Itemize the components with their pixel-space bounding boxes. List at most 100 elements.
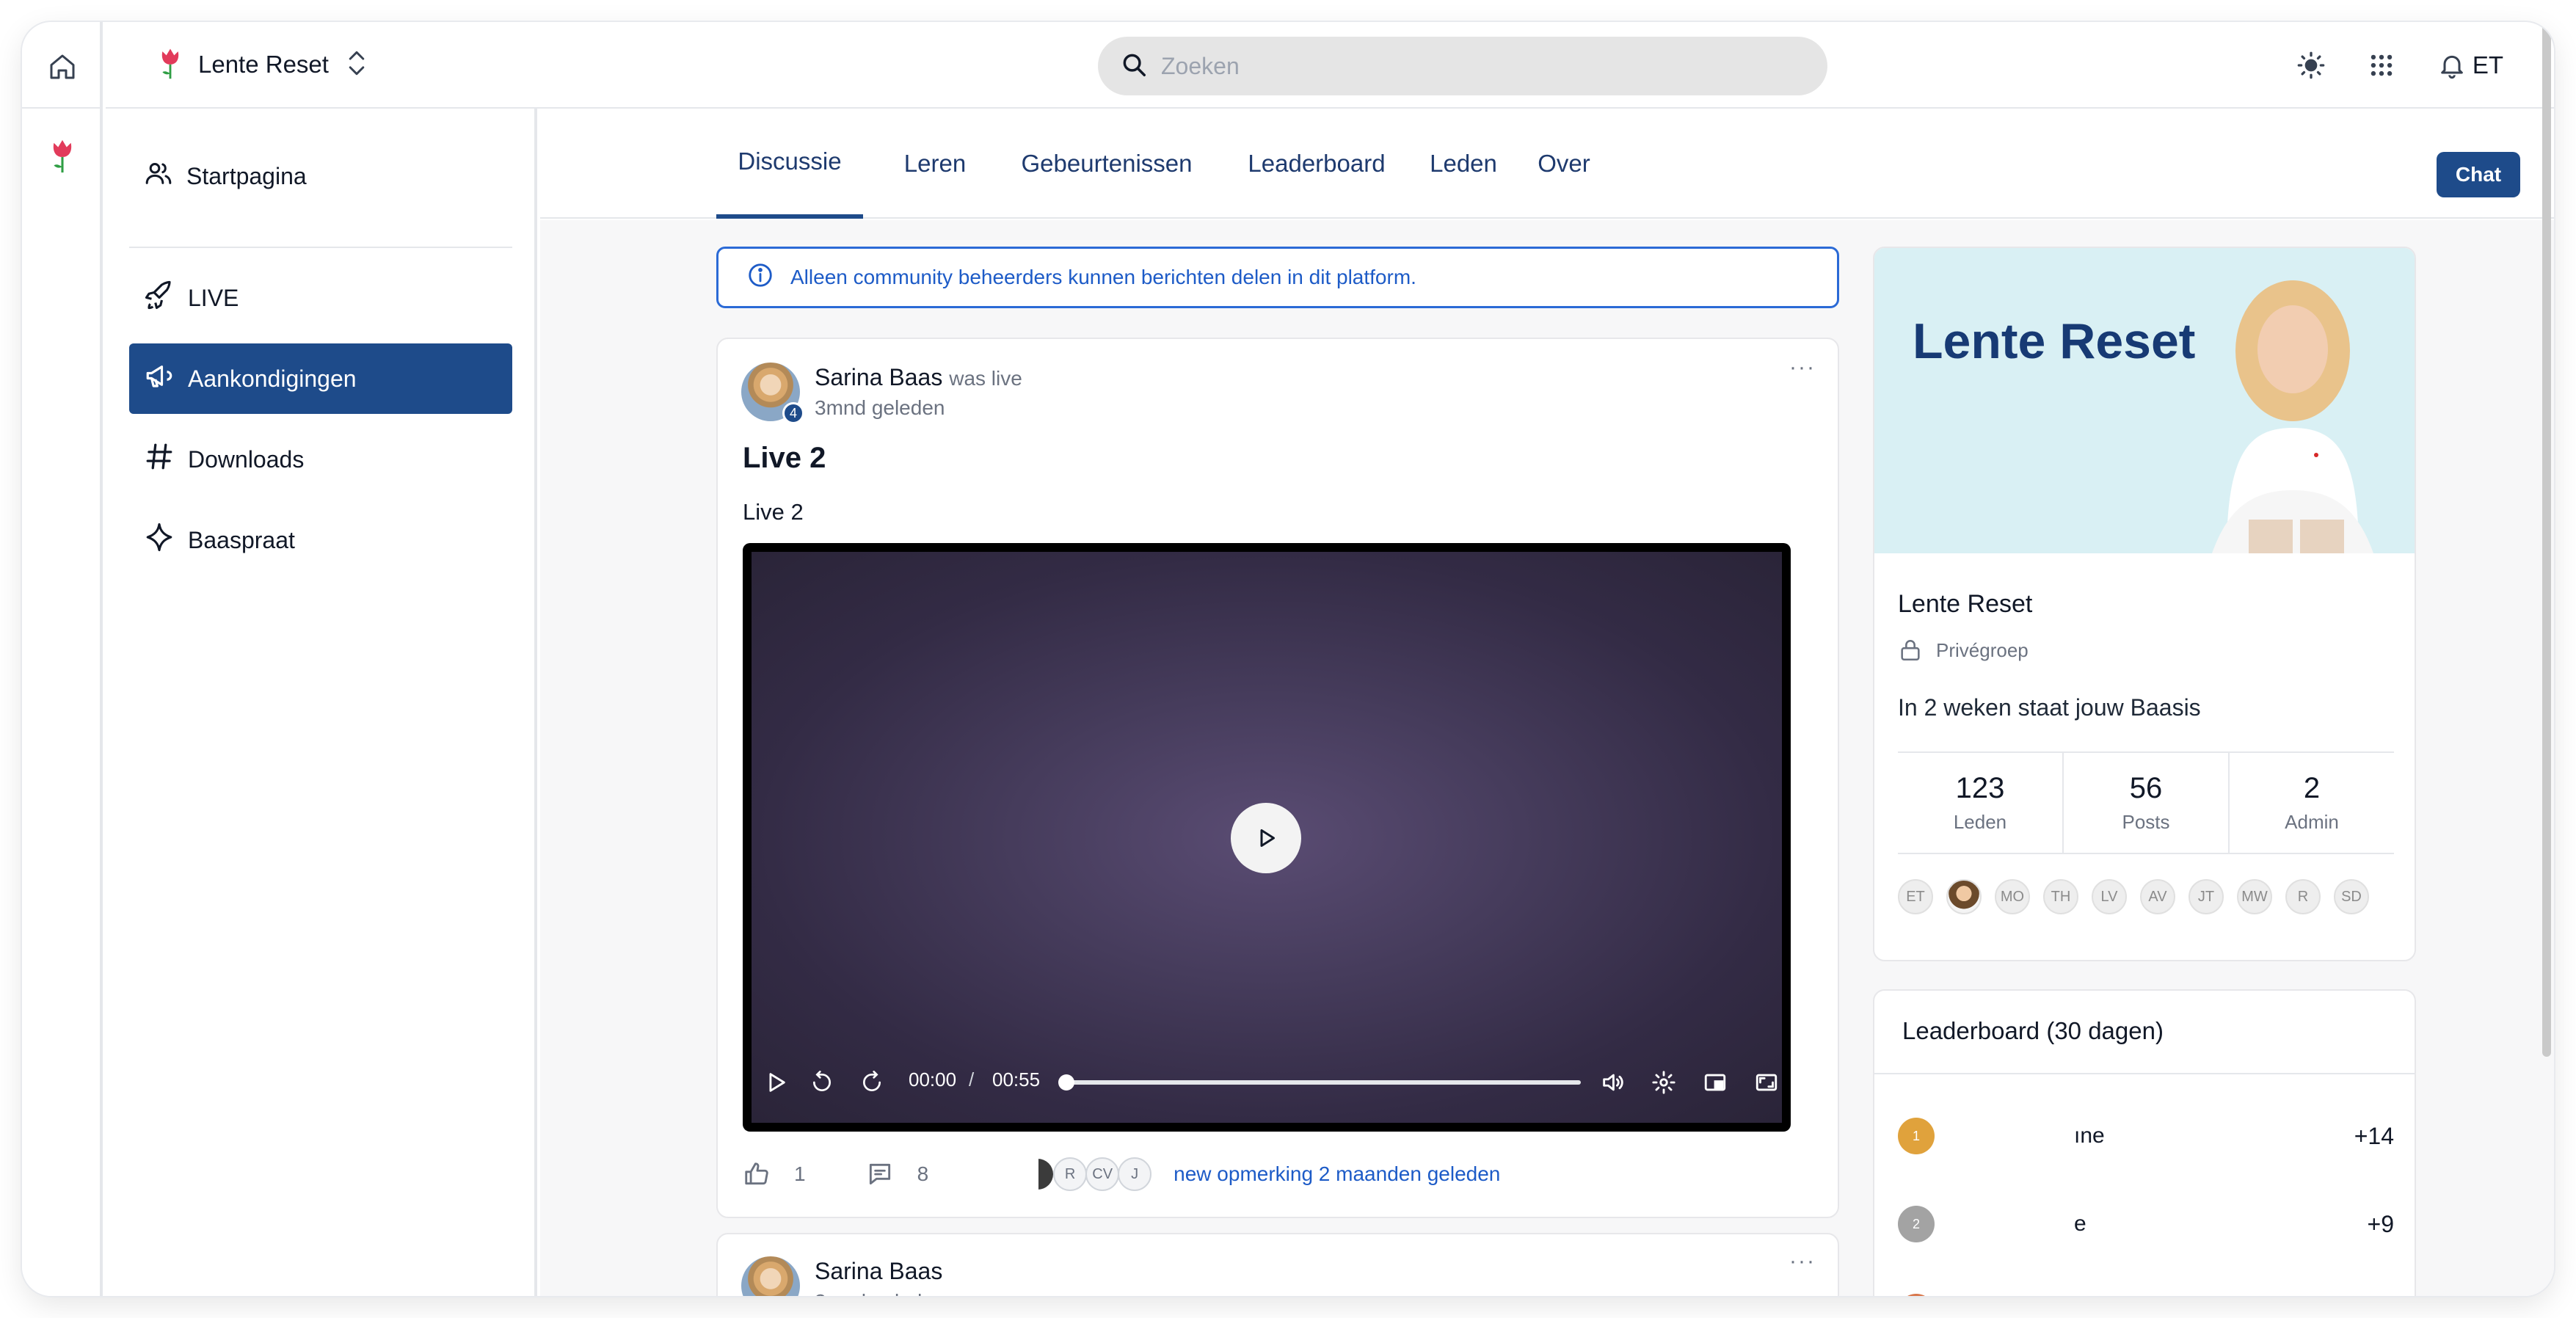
video-progress-bar[interactable] (1058, 1074, 1581, 1091)
member-avatar[interactable]: TH (2043, 879, 2078, 914)
sun-theme-icon[interactable] (2293, 47, 2329, 84)
tab-bar: Discussie Leren Gebeurtenissen Leaderboa… (540, 109, 2554, 219)
sidebar-item-baaspraat[interactable]: Baaspraat (129, 505, 512, 575)
search-bar[interactable] (1098, 37, 1827, 95)
member-avatar[interactable]: R (2285, 879, 2321, 914)
leaderboard-divider (1874, 1073, 2415, 1074)
stat-admins[interactable]: 2 Admin (2228, 753, 2394, 853)
sidebar-item-label: Downloads (188, 445, 305, 473)
member-avatar[interactable]: MW (2237, 879, 2272, 914)
leaderboard-name: e (2074, 1212, 2086, 1236)
post-body: Live 2 (743, 499, 804, 525)
post-author-name[interactable]: Sarina Baas (815, 364, 942, 390)
settings-gear-icon[interactable] (1645, 1064, 1682, 1101)
leaderboard-name: ıne (2074, 1124, 2105, 1148)
member-avatar[interactable]: ET (1898, 879, 1933, 914)
post-author-action: was live (949, 367, 1022, 390)
comment-icon[interactable] (866, 1160, 894, 1188)
megaphone-icon (144, 360, 175, 397)
privacy-label: Privégroep (1936, 638, 2029, 661)
search-icon (1120, 51, 1148, 82)
sidebar-item-aankondigingen[interactable]: Aankondigingen (129, 343, 512, 414)
privacy-row: Privégroep (1898, 637, 2029, 663)
rocket-icon (144, 280, 175, 316)
commenter-avatar (1037, 1157, 1055, 1191)
member-avatar[interactable]: LV (2092, 879, 2127, 914)
video-play-button[interactable] (1231, 803, 1301, 873)
rewind-icon[interactable] (806, 1064, 838, 1101)
home-icon[interactable] (44, 48, 81, 85)
fullscreen-icon[interactable] (1748, 1064, 1785, 1101)
tab-leaderboard[interactable]: Leaderboard (1229, 109, 1405, 219)
picture-in-picture-icon[interactable] (1697, 1064, 1733, 1101)
member-avatar-photo[interactable] (1946, 879, 1982, 914)
stat-value: 123 (1955, 772, 2005, 804)
top-header: Lente Reset ET (106, 22, 2554, 109)
rank-medal-icon: 1 (1898, 1118, 1935, 1154)
play-icon[interactable] (757, 1064, 794, 1101)
post-author-name[interactable]: Sarina Baas (815, 1258, 942, 1285)
new-comment-link[interactable]: new opmerking 2 maanden geleden (1174, 1162, 1500, 1186)
post-card: 4 Sarina Baas 3mnd geleden ··· (716, 1233, 1839, 1296)
rank-medal-icon: 2 (1898, 1206, 1935, 1242)
commenter-avatar: R (1053, 1157, 1088, 1191)
post-title: Live 2 (743, 442, 826, 474)
more-options-icon[interactable]: ··· (1789, 355, 1816, 380)
video-progress-knob[interactable] (1058, 1074, 1074, 1091)
rank-medal-icon: 3 (1898, 1294, 1935, 1296)
like-icon[interactable] (743, 1160, 771, 1188)
tab-leden[interactable]: Leden (1419, 109, 1507, 219)
bell-icon[interactable] (2434, 47, 2470, 84)
sidebar-item-live[interactable]: LIVE (129, 263, 512, 333)
tulip-logo-icon[interactable] (44, 134, 81, 178)
tab-discussie[interactable]: Discussie (716, 109, 863, 219)
sidebar-item-label: Baaspraat (188, 526, 295, 553)
leaderboard-title: Leaderboard (30 dagen) (1902, 1017, 2164, 1044)
search-input[interactable] (1161, 52, 1807, 80)
volume-icon[interactable] (1594, 1064, 1631, 1101)
community-switcher[interactable]: Lente Reset (157, 43, 370, 87)
more-options-icon[interactable]: ··· (1789, 1249, 1816, 1274)
stat-label: Admin (2285, 811, 2339, 833)
member-avatars: ET MO TH LV AV JT MW R SD (1898, 879, 2369, 914)
tab-gebeurtenissen[interactable]: Gebeurtenissen (1004, 109, 1209, 219)
sidebar-item-label: LIVE (188, 284, 239, 311)
tab-leren[interactable]: Leren (884, 109, 986, 219)
info-banner-text: Alleen community beheerders kunnen beric… (790, 266, 1416, 288)
info-icon (746, 261, 774, 294)
tab-over[interactable]: Over (1524, 109, 1604, 219)
user-avatar[interactable]: ET (2466, 47, 2510, 84)
member-avatar[interactable]: JT (2188, 879, 2224, 914)
member-avatar[interactable]: MO (1995, 879, 2030, 914)
sidebar-item-label: Aankondigingen (188, 365, 357, 392)
sidebar-item-startpagina[interactable]: Startpagina (129, 141, 512, 211)
commenter-avatars: R CV J (1037, 1157, 1152, 1191)
stat-members[interactable]: 123 Leden (1898, 753, 2062, 853)
sidebar-item-downloads[interactable]: Downloads (129, 424, 512, 495)
leaderboard-row[interactable]: 1 ıne +14 (1898, 1114, 2394, 1158)
video-player[interactable]: 00:00 / 00:55 (743, 543, 1791, 1132)
hashtag-icon (144, 441, 175, 478)
stat-label: Posts (2122, 811, 2170, 833)
author-avatar[interactable] (741, 1256, 800, 1296)
member-avatar[interactable]: SD (2334, 879, 2369, 914)
post-footer: 1 8 R CV J new opmerking 2 maanden geled… (743, 1152, 1814, 1196)
apps-grid-icon[interactable] (2363, 47, 2400, 84)
post-time: 3mnd geleden (815, 1290, 945, 1296)
commenter-avatar: J (1118, 1157, 1152, 1191)
scrollbar-thumb[interactable] (2542, 22, 2551, 1057)
info-banner: Alleen community beheerders kunnen beric… (716, 247, 1839, 308)
community-stats: 123 Leden 56 Posts 2 Admin (1898, 751, 2394, 854)
stat-posts[interactable]: 56 Posts (2062, 753, 2228, 853)
fast-forward-icon[interactable] (856, 1064, 888, 1101)
video-duration: 00:55 (992, 1068, 1041, 1091)
leaderboard-row[interactable]: 2 e +9 (1898, 1202, 2394, 1246)
leaderboard-row[interactable]: 3 +7 (1898, 1290, 2394, 1296)
app-window: Lente Reset ET Startpagina (22, 22, 2554, 1296)
chat-button[interactable]: Chat (2437, 152, 2520, 197)
commenter-avatar: CV (1085, 1157, 1120, 1191)
member-avatar[interactable]: AV (2140, 879, 2175, 914)
post-card: 4 Sarina Baas was live 3mnd geleden ··· … (716, 338, 1839, 1218)
video-current-time: 00:00 (909, 1068, 957, 1091)
user-group-icon (144, 159, 173, 194)
